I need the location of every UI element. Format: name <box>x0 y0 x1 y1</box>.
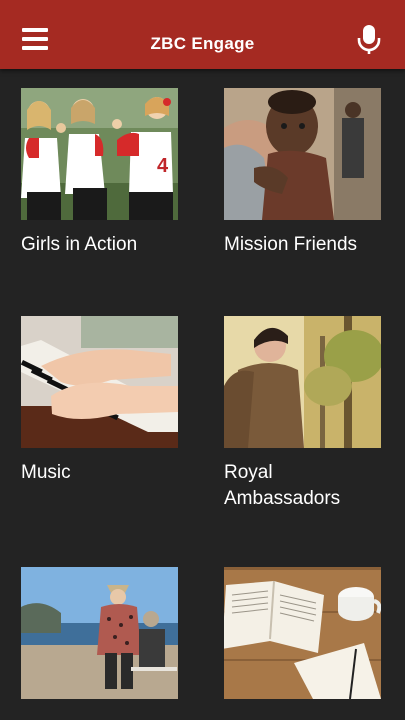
tile-mission-friends[interactable]: Mission Friends <box>224 88 384 258</box>
tile-girls-in-action[interactable]: 4 Girls in Action <box>21 88 181 258</box>
tile-label: Girls in Action <box>21 234 138 255</box>
young-man-forest-photo <box>224 316 381 448</box>
tile-royal-ambassadors[interactable]: Royal Ambassadors <box>224 316 384 512</box>
program-grid: 4 Girls in Action Mission Friends Music … <box>0 69 405 720</box>
girls-softball-team-photo: 4 <box>21 88 178 220</box>
tile-bible-study[interactable] <box>224 567 384 711</box>
tile-label: Music <box>21 462 71 483</box>
tile-music[interactable]: Music <box>21 316 181 486</box>
app-title: ZBC Engage <box>150 34 255 53</box>
women-at-beach-photo <box>21 567 178 699</box>
tile-label: Royal Ambassadors <box>224 462 341 509</box>
svg-text:4: 4 <box>157 155 169 177</box>
tile-label: Mission Friends <box>224 234 358 255</box>
microphone-icon[interactable] <box>356 24 382 56</box>
hands-on-piano-photo <box>21 316 178 448</box>
tile-beach[interactable] <box>21 567 181 711</box>
child-hugging-adult-photo <box>224 88 381 220</box>
open-bible-coffee-photo <box>224 567 381 699</box>
app-bar: ZBC Engage <box>0 0 405 69</box>
